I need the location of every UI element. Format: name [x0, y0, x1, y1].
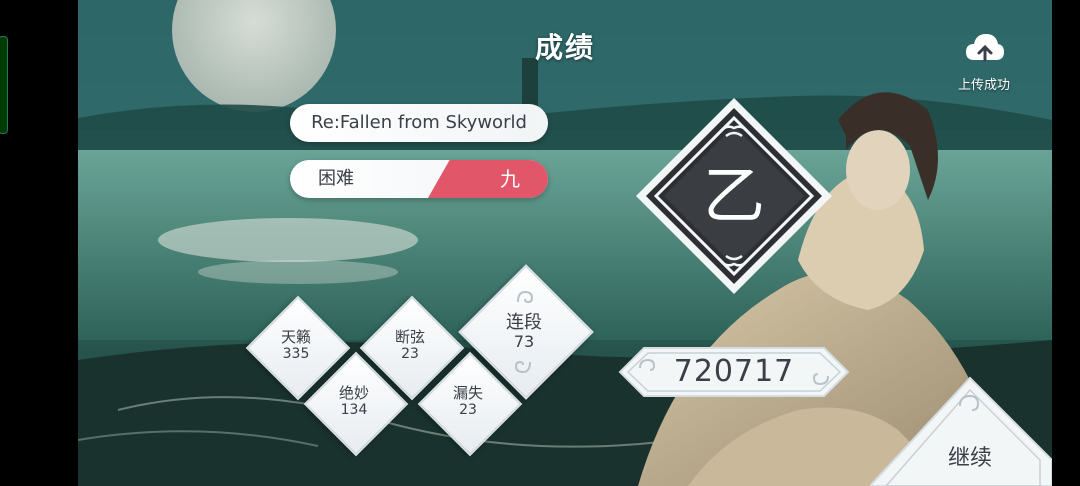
cloud-ornament-icon	[514, 360, 531, 374]
stat-value: 23	[459, 402, 477, 418]
difficulty-panel: 困难 九	[290, 160, 548, 198]
stat-label: 断弦	[394, 328, 425, 346]
page-title: 成绩	[534, 31, 595, 64]
difficulty-level: 九	[500, 167, 520, 191]
score-panel: 720717	[618, 346, 850, 398]
cloud-ornament-icon	[517, 290, 534, 304]
song-name: Re:Fallen from Skyworld	[311, 112, 527, 133]
upload-status-label: 上传成功	[957, 78, 1010, 93]
stat-combo: 连段 73	[458, 264, 594, 400]
cloud-upload-icon	[966, 34, 1004, 62]
continue-button[interactable]: 继续	[870, 376, 1052, 486]
stat-label: 连段	[506, 312, 542, 333]
stat-label: 天籁	[280, 328, 311, 346]
difficulty-level-badge	[428, 160, 548, 198]
side-pull-tab[interactable]	[0, 36, 8, 134]
grade-value: 乙	[702, 159, 765, 232]
upload-status[interactable]: 上传成功	[948, 30, 1020, 94]
continue-label: 继续	[948, 446, 993, 471]
stat-value: 134	[340, 402, 368, 418]
difficulty-label: 困难	[318, 168, 354, 189]
stat-value: 73	[513, 332, 535, 351]
game-result-screen: 成绩 上传成功 Re:Fallen from Skyworld 困难 九 天籁 …	[0, 0, 1080, 486]
score-value: 720717	[673, 354, 795, 389]
song-name-panel: Re:Fallen from Skyworld	[290, 104, 548, 142]
grade-badge: 乙	[634, 96, 834, 296]
